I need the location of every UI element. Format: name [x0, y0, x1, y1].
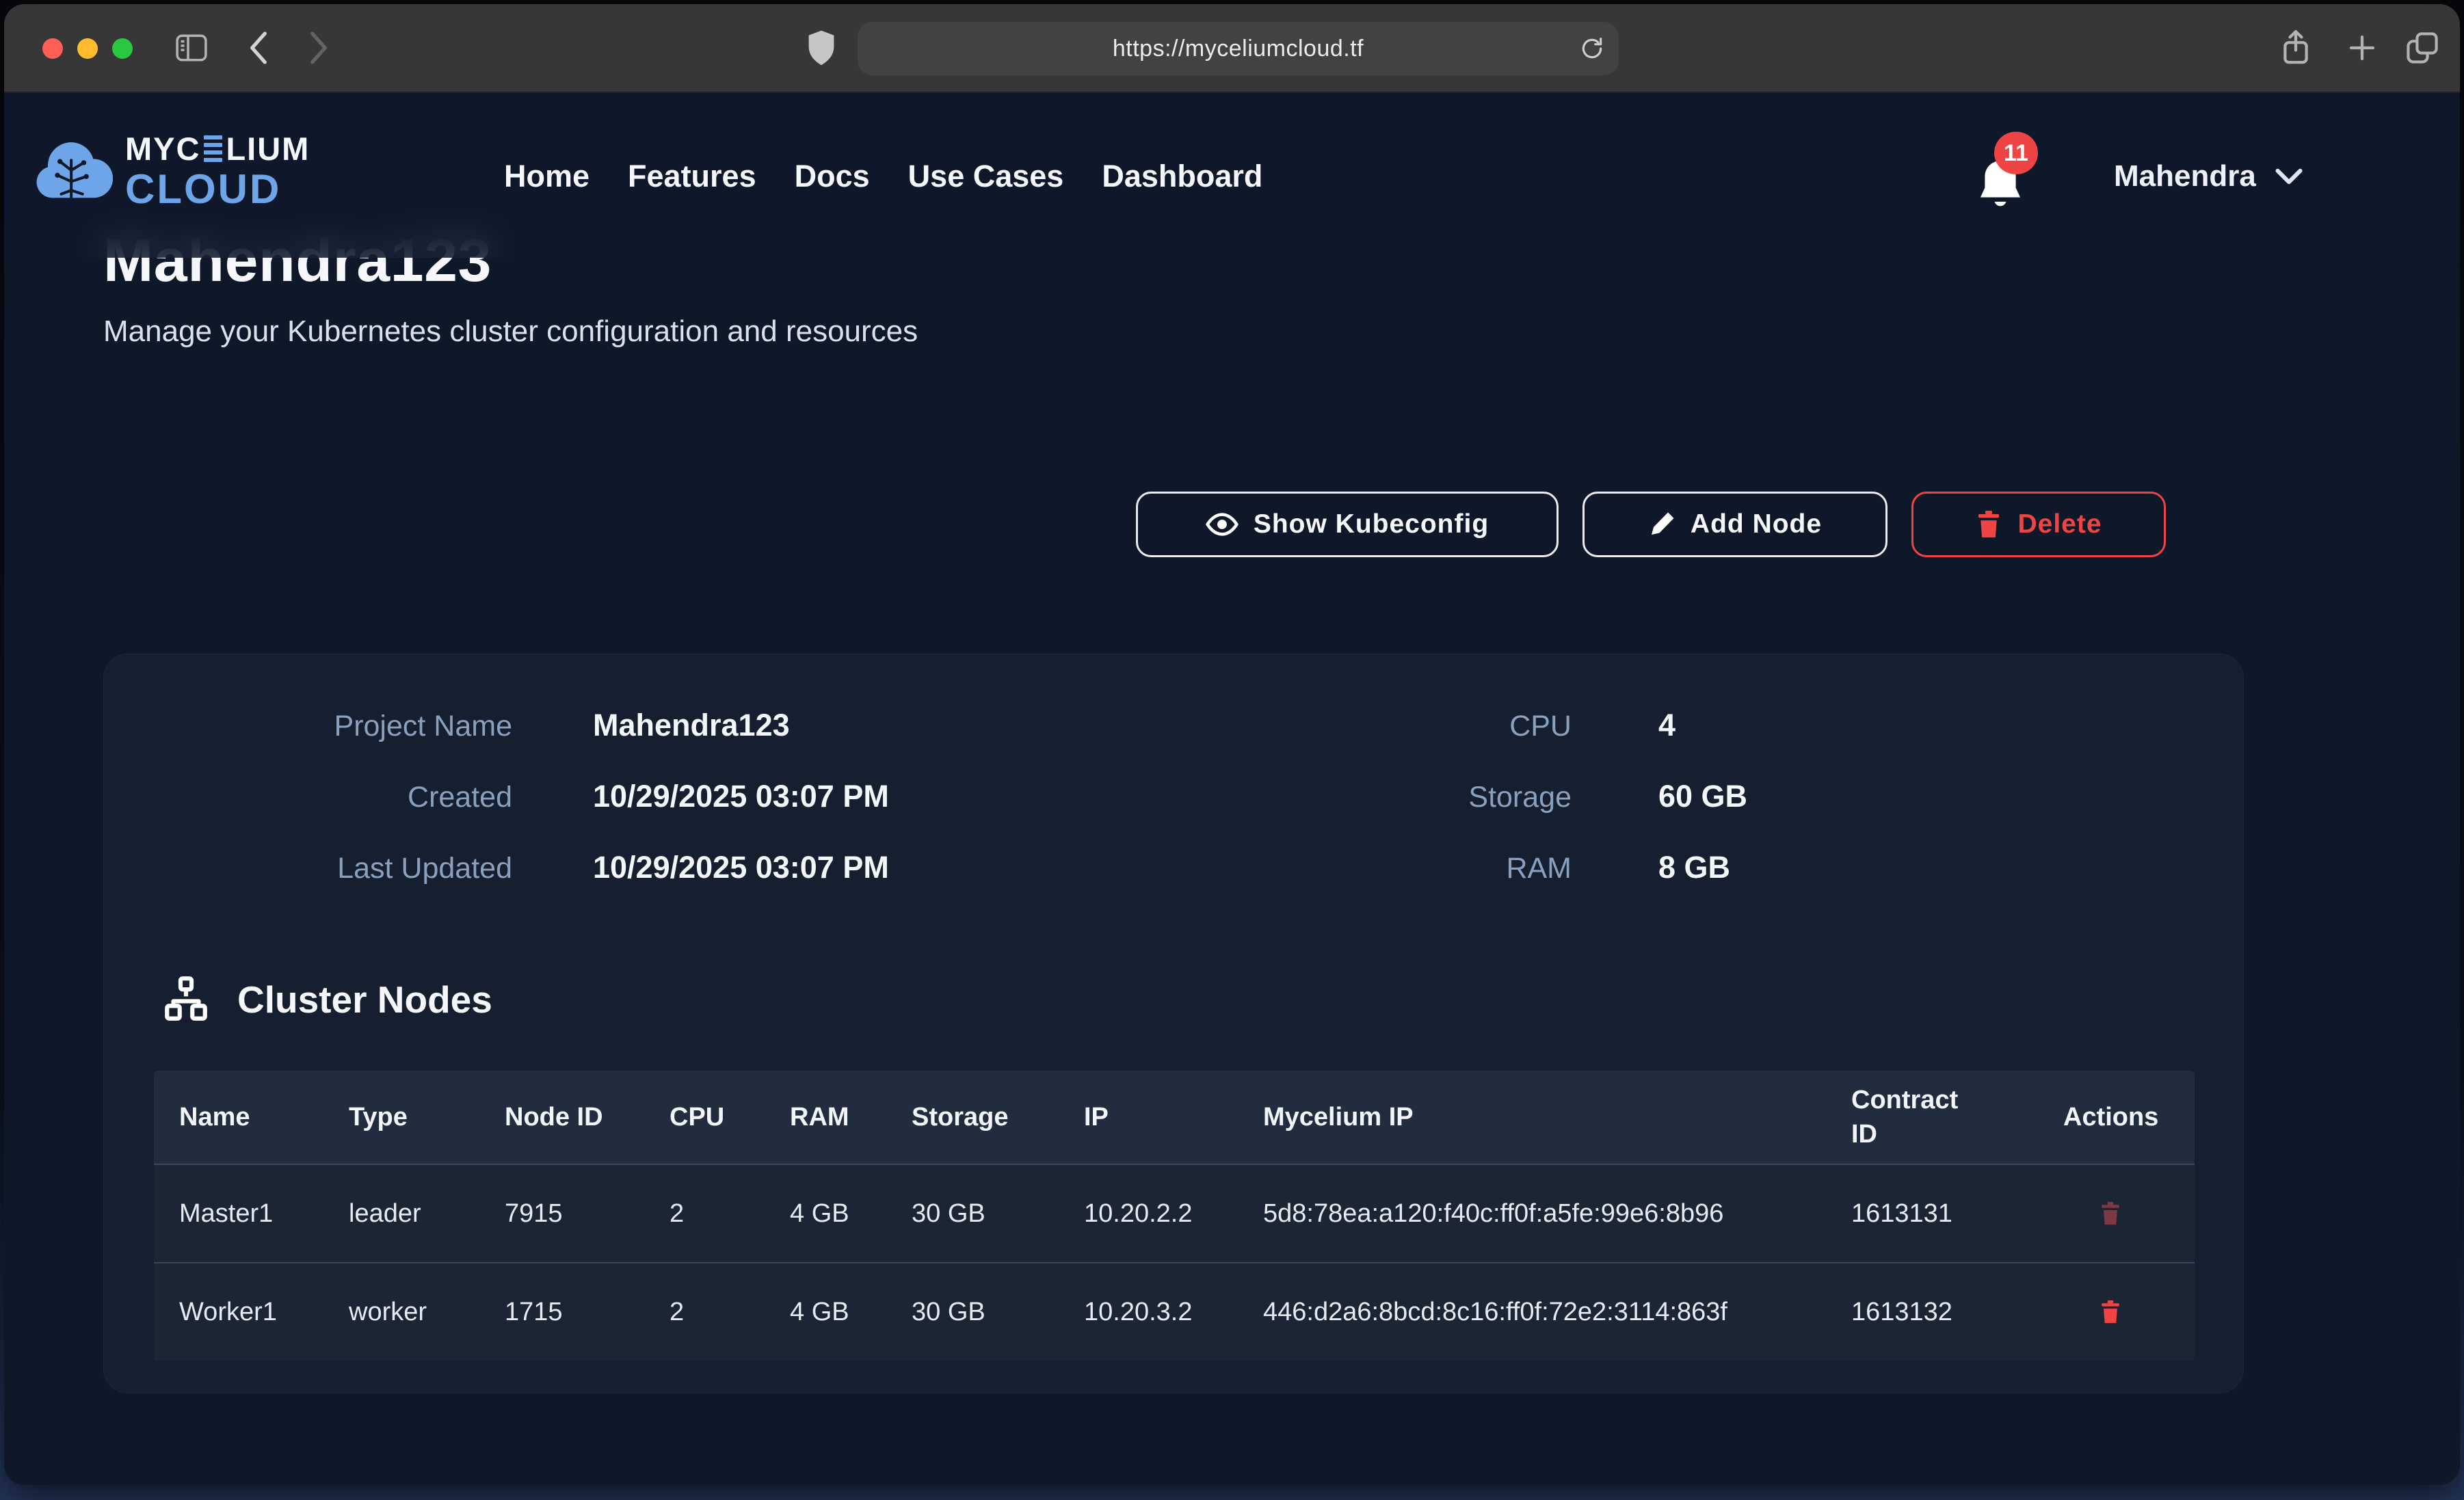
chevron-down-icon — [2274, 166, 2304, 187]
minimize-window-button[interactable] — [77, 38, 98, 59]
nav-item-home[interactable]: Home — [504, 159, 589, 194]
info-ram: RAM 8 GB — [1298, 850, 1730, 885]
cell-mycelium-ip: 5d8:78ea:a120:f40c:ff0f:a5fe:99e6:8b96 — [1263, 1196, 1723, 1231]
cluster-nodes-heading: Cluster Nodes — [161, 974, 492, 1025]
brand-logo[interactable]: MYCLIUM CLOUD — [32, 130, 310, 210]
logo-wordmark-bottom: CLOUD — [125, 169, 310, 210]
user-name: Mahendra — [2114, 159, 2256, 193]
close-window-button[interactable] — [42, 38, 63, 59]
cluster-hierarchy-icon — [161, 974, 211, 1025]
tab-overview-icon[interactable] — [2405, 30, 2440, 66]
privacy-shield-icon[interactable] — [806, 29, 837, 67]
sidebar-toggle-icon[interactable] — [174, 32, 209, 64]
cell-cpu: 2 — [644, 1196, 765, 1231]
notification-badge: 11 — [1994, 132, 2038, 174]
cell-ip: 10.20.2.2 — [1059, 1196, 1238, 1231]
nav-item-features[interactable]: Features — [628, 159, 756, 194]
forward-icon[interactable] — [305, 29, 332, 67]
logo-e-bars — [204, 135, 222, 162]
delete-node-button[interactable] — [2099, 1201, 2122, 1227]
add-node-button[interactable]: Add Node — [1582, 492, 1887, 557]
show-kubeconfig-button[interactable]: Show Kubeconfig — [1136, 492, 1559, 557]
browser-window: https://myceliumcloud.tf — [4, 4, 2460, 1485]
page-content: Mahendra123 Manage your Kubernetes clust… — [4, 94, 2460, 1485]
cell-storage: 30 GB — [886, 1196, 1059, 1231]
trash-icon — [2099, 1299, 2122, 1325]
browser-chrome: https://myceliumcloud.tf — [4, 4, 2460, 93]
col-header-actions: Actions — [2038, 1100, 2195, 1134]
logo-wordmark-top: MYCLIUM — [125, 130, 310, 168]
info-cpu: CPU 4 — [1298, 708, 1675, 743]
cell-type: worker — [323, 1295, 479, 1329]
eye-icon — [1206, 511, 1238, 538]
maximize-window-button[interactable] — [112, 38, 133, 59]
cell-mycelium-ip: 446:d2a6:8bcd:8c16:ff0f:72e2:3114:863f — [1263, 1295, 1727, 1329]
cell-storage: 30 GB — [886, 1295, 1059, 1329]
col-header-cpu: CPU — [644, 1100, 765, 1134]
col-header-ram: RAM — [765, 1100, 886, 1134]
site-header: MYCLIUM CLOUD Home Features Docs Use Cas… — [4, 94, 2460, 258]
share-icon[interactable] — [2279, 28, 2313, 68]
nav-item-docs[interactable]: Docs — [795, 159, 870, 194]
nodes-table: Name Type Node ID CPU RAM Storage IP Myc… — [154, 1071, 2195, 1361]
address-bar[interactable]: https://myceliumcloud.tf — [858, 22, 1619, 75]
cell-ip: 10.20.3.2 — [1059, 1295, 1238, 1329]
pencil-icon — [1648, 511, 1675, 538]
info-storage: Storage 60 GB — [1298, 779, 1747, 814]
notifications-button[interactable]: 11 — [1974, 152, 2028, 214]
cell-ram: 4 GB — [790, 1295, 849, 1329]
cell-contract-id: 1613131 — [1826, 1196, 2038, 1231]
col-header-contract-id: Contract ID — [1851, 1083, 1981, 1151]
delete-cluster-button[interactable]: Delete — [1911, 492, 2166, 557]
nav-item-use-cases[interactable]: Use Cases — [908, 159, 1064, 194]
col-header-mycelium-ip: Mycelium IP — [1238, 1100, 1826, 1134]
cell-cpu: 2 — [644, 1295, 765, 1329]
info-project-name: Project Name Mahendra123 — [104, 708, 790, 743]
cluster-toolbar: Show Kubeconfig Add Node — [1136, 492, 2166, 557]
col-header-type: Type — [323, 1100, 479, 1134]
page-subtitle: Manage your Kubernetes cluster configura… — [103, 314, 918, 349]
new-tab-icon[interactable] — [2346, 31, 2379, 64]
cluster-details-card: Project Name Mahendra123 Created 10/29/2… — [103, 654, 2244, 1393]
cell-node-id: 1715 — [479, 1295, 644, 1329]
user-menu[interactable]: Mahendra — [2114, 94, 2304, 258]
url-text: https://myceliumcloud.tf — [1113, 36, 1364, 62]
main-nav: Home Features Docs Use Cases Dashboard — [504, 94, 1262, 258]
table-row-worker1: Worker1 worker 1715 2 4 GB 30 GB 10.20.3… — [154, 1262, 2195, 1361]
nav-item-dashboard[interactable]: Dashboard — [1102, 159, 1262, 194]
cell-contract-id: 1613132 — [1826, 1295, 2038, 1329]
trash-icon — [2099, 1201, 2122, 1227]
col-header-name: Name — [154, 1100, 323, 1134]
col-header-node-id: Node ID — [505, 1100, 603, 1134]
col-header-ip: IP — [1059, 1100, 1238, 1134]
refresh-icon[interactable] — [1579, 36, 1605, 62]
delete-node-button[interactable] — [2099, 1299, 2122, 1325]
cell-name: Worker1 — [154, 1295, 323, 1329]
col-header-storage: Storage — [886, 1100, 1059, 1134]
cell-node-id: 7915 — [479, 1196, 644, 1231]
cell-ram: 4 GB — [790, 1196, 849, 1231]
nodes-table-header: Name Type Node ID CPU RAM Storage IP Myc… — [154, 1071, 2195, 1164]
cell-name: Master1 — [154, 1196, 323, 1231]
back-icon[interactable] — [245, 29, 272, 67]
cell-type: leader — [323, 1196, 479, 1231]
cloud-logo-icon — [32, 133, 113, 208]
info-created: Created 10/29/2025 03:07 PM — [104, 779, 889, 814]
trash-icon — [1975, 509, 2002, 539]
info-last-updated: Last Updated 10/29/2025 03:07 PM — [104, 850, 889, 885]
table-row-master1: Master1 leader 7915 2 4 GB 30 GB 10.20.2… — [154, 1164, 2195, 1262]
